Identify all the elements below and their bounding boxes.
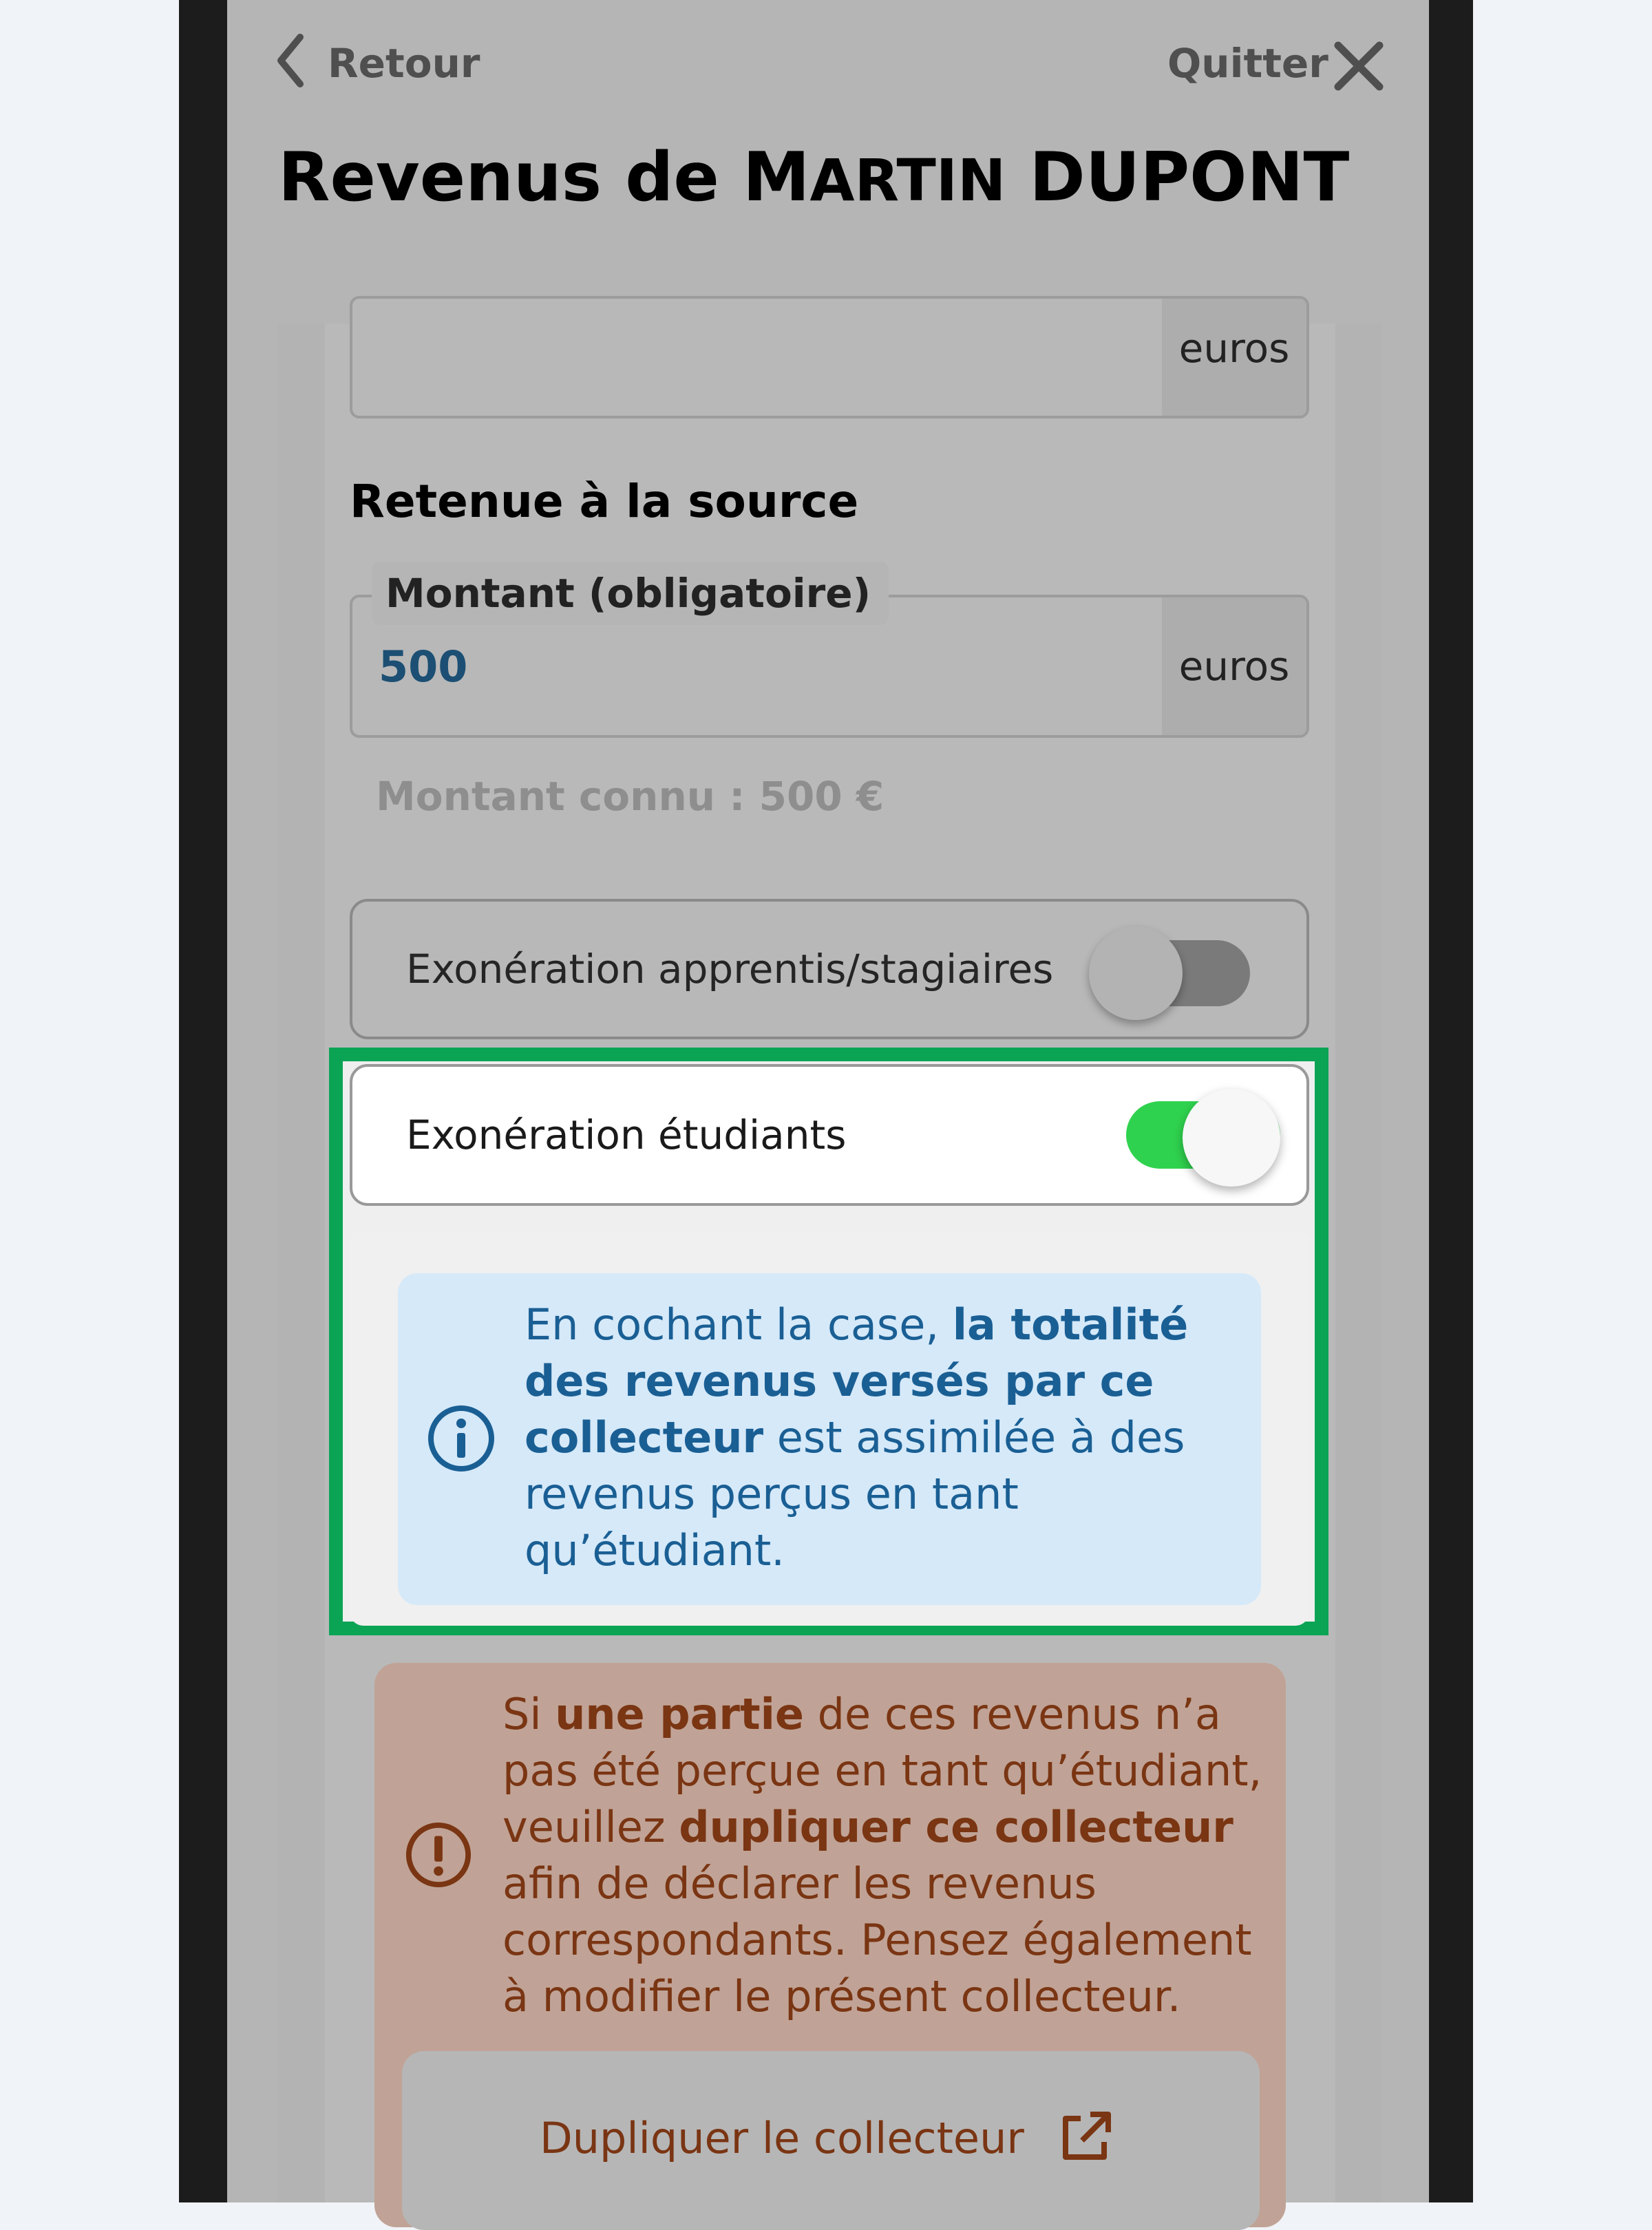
currency-unit: euros [1162, 299, 1306, 416]
toggle-students[interactable]: Exonération étudiants [350, 1064, 1309, 1206]
section-title: Retenue à la source [350, 475, 859, 528]
external-link-icon[interactable] [1056, 2109, 1114, 2167]
previous-amount-field[interactable]: euros [350, 296, 1309, 418]
toggle-label: Exonération étudiants [406, 1112, 847, 1158]
switch-knob[interactable] [1183, 1089, 1280, 1187]
toggle-label: Exonération apprentis/stagiaires [406, 946, 1054, 992]
toggle-apprentices[interactable]: Exonération apprentis/stagiaires [350, 899, 1309, 1039]
quit-button[interactable]: Quitter [1167, 36, 1328, 91]
chevron-left-icon[interactable] [275, 33, 306, 88]
info-icon [428, 1405, 494, 1472]
amount-value[interactable]: 500 [379, 641, 467, 692]
back-button[interactable]: Retour [328, 36, 480, 91]
known-amount-hint: Montant connu : 500 € [376, 773, 885, 820]
switch-knob[interactable] [1089, 926, 1183, 1020]
amount-field-label: Montant (obligatoire) [372, 562, 889, 625]
warning-icon [405, 1822, 472, 1888]
duplicate-button-label[interactable]: Dupliquer le collecteur [540, 2107, 1024, 2169]
info-message: En cochant la case, la totalité des reve… [525, 1299, 1189, 1575]
page-title: Revenus de MARTIN DUPONT [278, 138, 1350, 217]
close-icon[interactable] [1331, 39, 1386, 94]
warning-message: Si une partie de ces revenus n’a pas été… [502, 1689, 1262, 2021]
currency-unit: euros [1162, 597, 1306, 735]
